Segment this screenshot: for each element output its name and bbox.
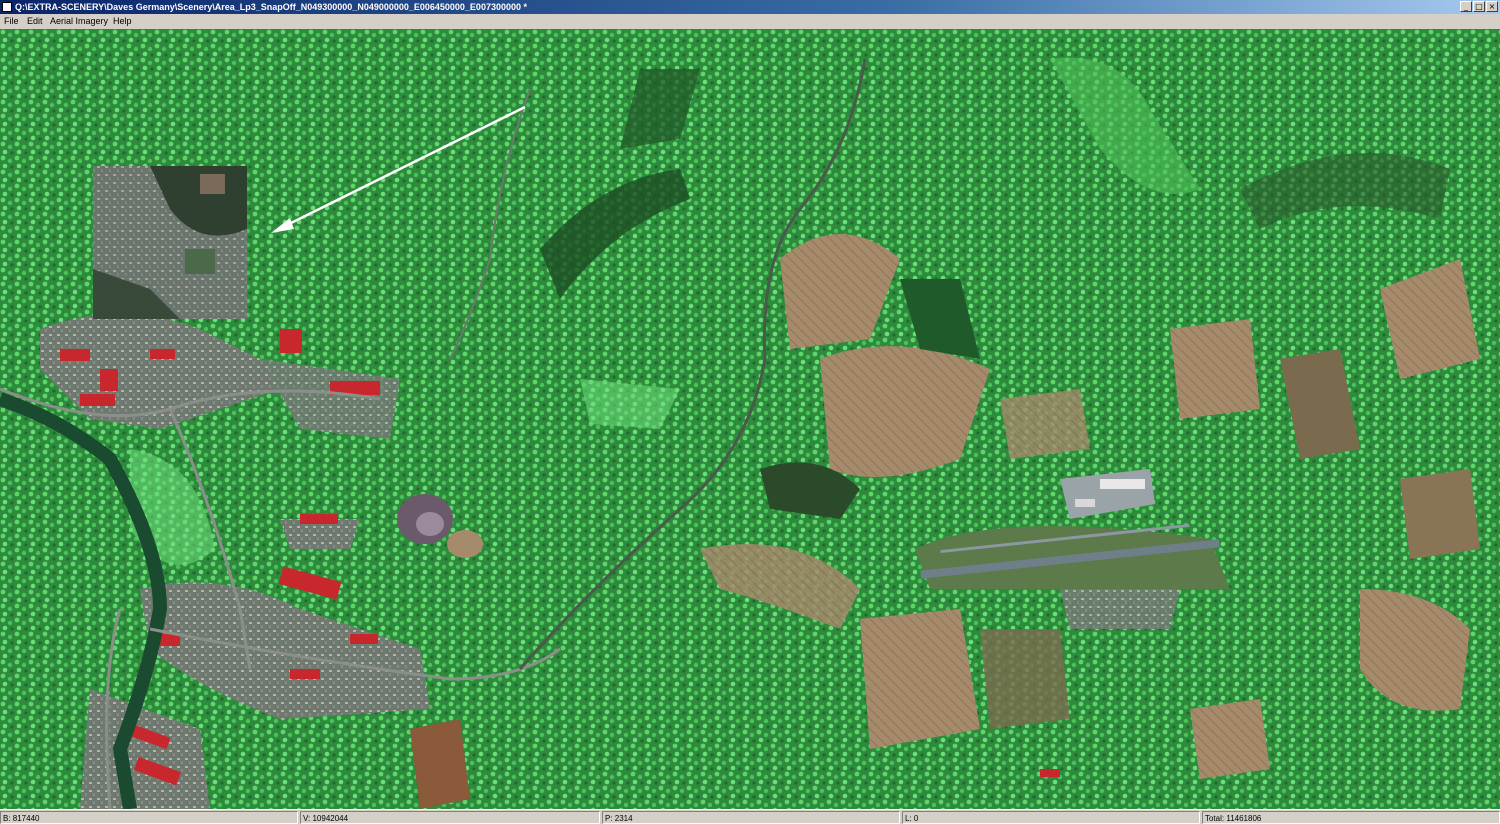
field-area (1000, 389, 1090, 459)
minimize-button[interactable]: _ (1460, 1, 1472, 12)
field-area (860, 609, 980, 749)
menu-aerial-imagery[interactable]: Aerial Imagery (50, 14, 108, 29)
status-b-count: B: 817440 (0, 811, 298, 824)
status-l-count: L: 0 (902, 811, 1200, 824)
menu-help[interactable]: Help (113, 14, 132, 29)
window-title: Q:\EXTRA-SCENERY\Daves Germany\Scenery\A… (15, 2, 527, 12)
field-area (1400, 469, 1480, 559)
status-v-count: V: 10942044 (300, 811, 600, 824)
quarry (447, 530, 483, 558)
quarry (416, 512, 444, 536)
maximize-button[interactable]: □ (1473, 1, 1485, 12)
menu-edit[interactable]: Edit (27, 14, 43, 29)
terminal (1075, 499, 1095, 507)
menu-bar: File Edit Aerial Imagery Help (0, 14, 1500, 29)
title-bar: Q:\EXTRA-SCENERY\Daves Germany\Scenery\A… (0, 0, 1500, 14)
terminal (1100, 479, 1145, 489)
field-area (410, 719, 470, 809)
status-bar: B: 817440 V: 10942044 P: 2314 L: 0 Total… (0, 809, 1500, 824)
menu-file[interactable]: File (4, 14, 19, 29)
field-area (1170, 319, 1260, 419)
status-p-count: P: 2314 (602, 811, 900, 824)
map-view[interactable] (0, 29, 1500, 809)
inset-aerial-image (93, 166, 247, 319)
status-total-count: Total: 11461806 (1202, 811, 1500, 824)
field-area (1190, 699, 1270, 779)
field-area (980, 629, 1070, 729)
close-button[interactable]: × (1486, 1, 1498, 12)
app-icon[interactable] (2, 2, 12, 12)
town-area (1060, 589, 1180, 629)
